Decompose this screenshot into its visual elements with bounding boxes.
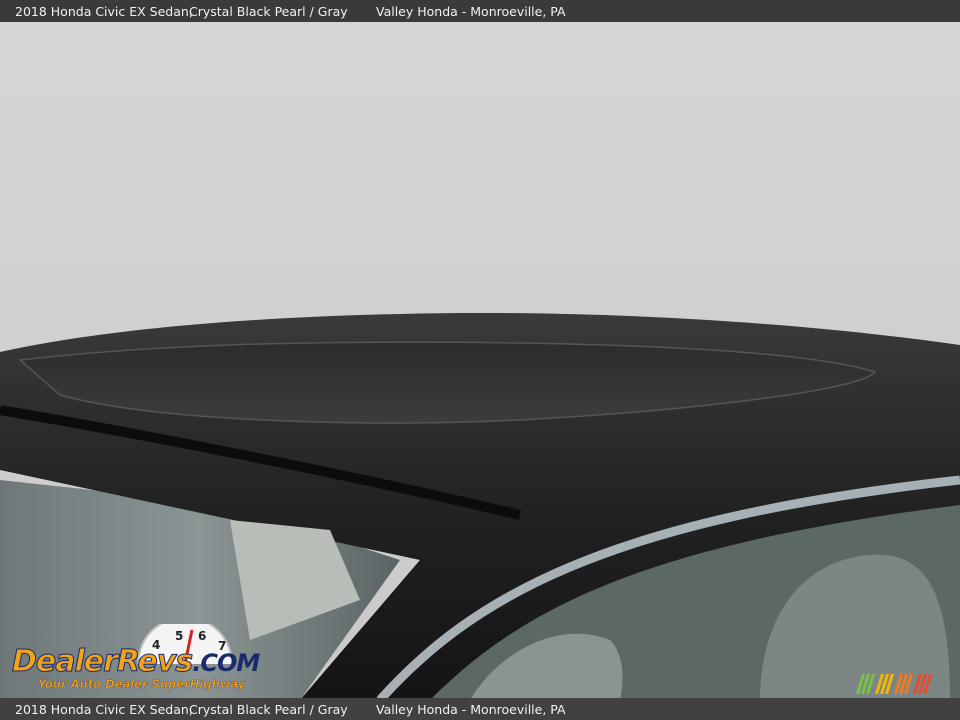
caption-bar-bottom: 2018 Honda Civic EX Sedan, Crystal Black… xyxy=(0,698,960,720)
vehicle-title: 2018 Honda Civic EX Sedan, xyxy=(15,701,193,717)
vehicle-color: Crystal Black Pearl / Gray xyxy=(189,3,348,19)
vehicle-title: 2018 Honda Civic EX Sedan, xyxy=(15,3,193,19)
dealerrevs-logo: 4 5 6 7 DealerRevs.COM Your Auto Dealer … xyxy=(10,624,270,696)
caption-bar-top: 2018 Honda Civic EX Sedan, Crystal Black… xyxy=(0,0,960,22)
dealer-name: Valley Honda - Monroeville, PA xyxy=(376,701,566,717)
car-photo xyxy=(0,22,960,698)
vehicle-color: Crystal Black Pearl / Gray xyxy=(189,701,348,717)
dealer-name: Valley Honda - Monroeville, PA xyxy=(376,3,566,19)
gauge-digit: 5 xyxy=(175,629,183,643)
logo-tagline: Your Auto Dealer SuperHighway xyxy=(38,677,246,691)
logo-suffix: .COM xyxy=(192,649,260,677)
gauge-digit: 6 xyxy=(198,629,206,643)
logo-wordmark: DealerRevs.COM xyxy=(11,644,260,680)
logo-brand: DealerRevs xyxy=(11,644,193,680)
stripes-icon xyxy=(856,674,932,694)
